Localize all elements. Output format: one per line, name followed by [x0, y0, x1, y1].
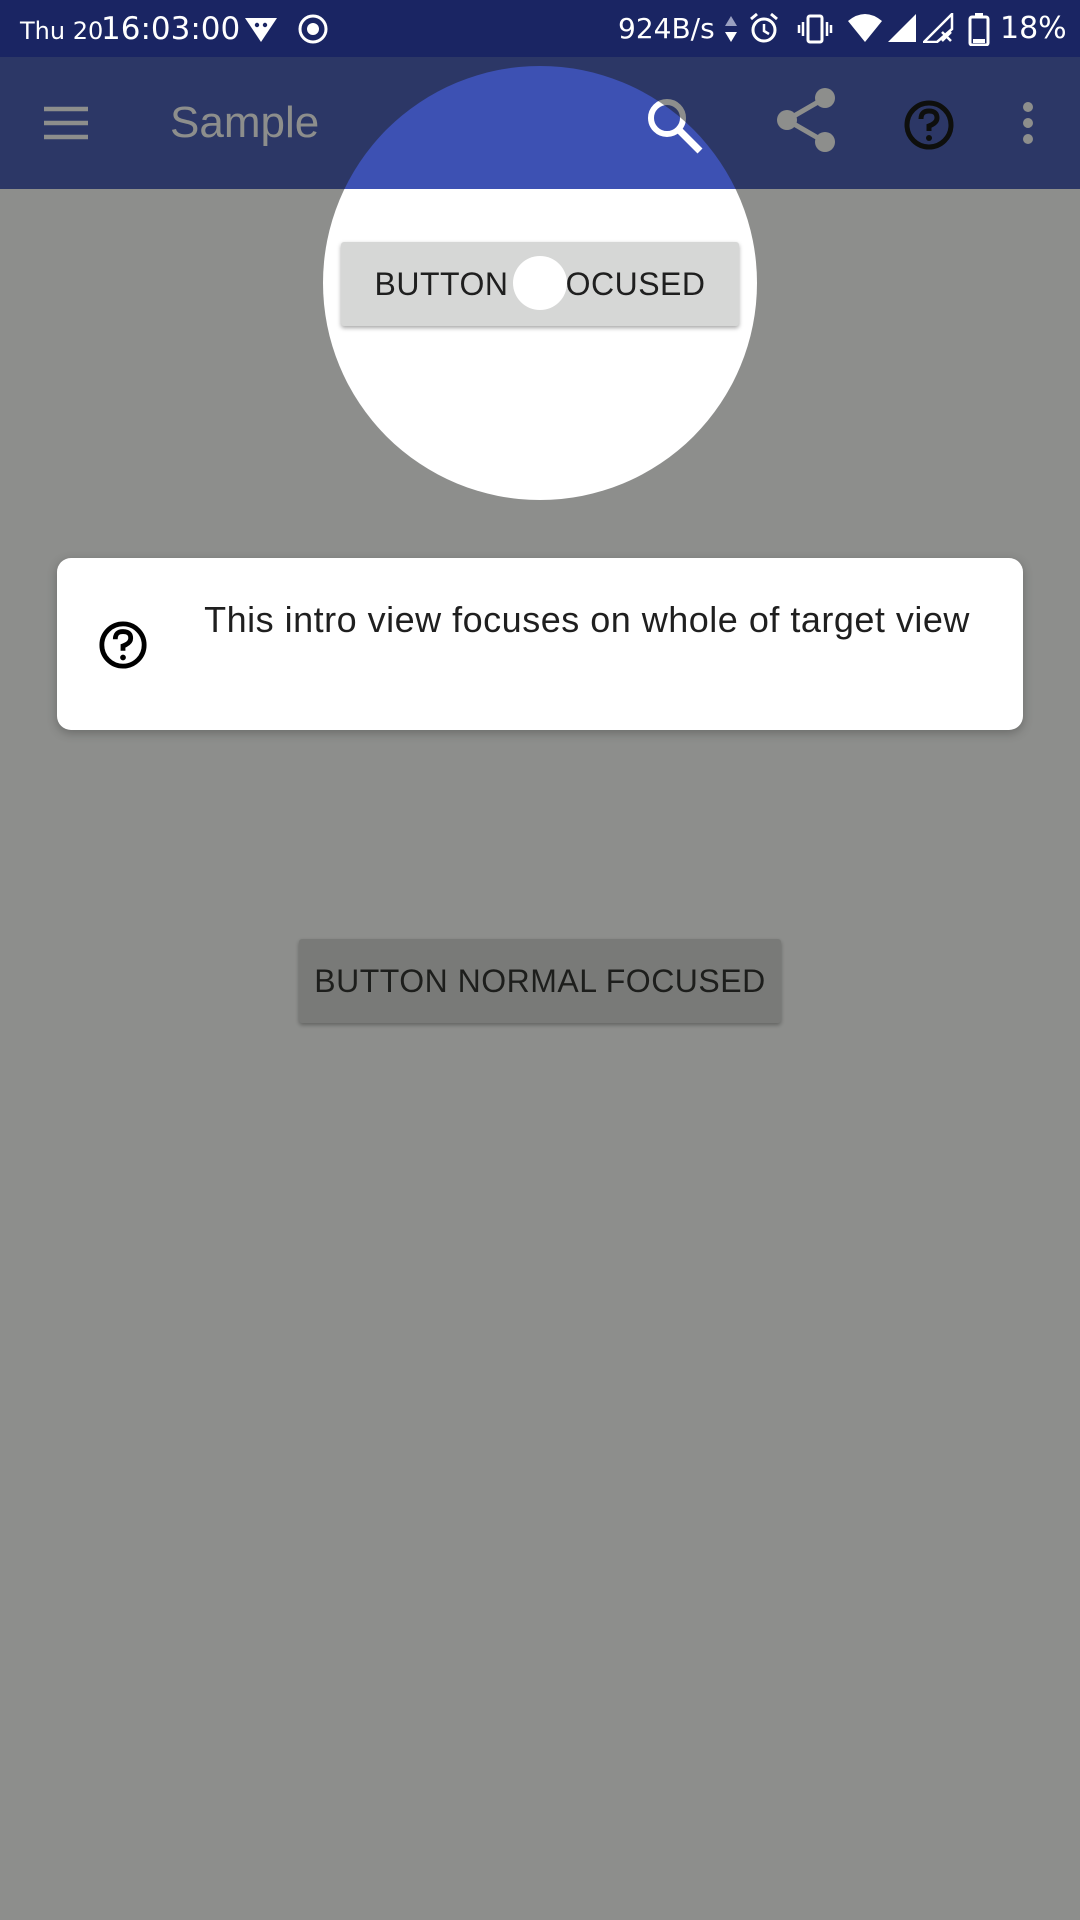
intro-text: This intro view focuses on whole of targ…: [204, 599, 970, 640]
help-icon: [99, 621, 147, 669]
signal-icon: [888, 14, 916, 42]
app-title: Sample: [170, 98, 320, 147]
search-icon[interactable]: [645, 96, 703, 154]
wifi-icon: [848, 14, 882, 42]
alarm-icon: [750, 12, 778, 43]
more-vert-icon[interactable]: [1021, 101, 1035, 145]
status-bar: Thu 20 16:03:00 924B/s 18%: [0, 0, 1080, 57]
focus-indicator-dot: [513, 256, 567, 310]
help-icon[interactable]: [903, 99, 955, 151]
status-date: Thu 20: [20, 17, 104, 45]
hamburger-menu-icon[interactable]: [42, 105, 90, 141]
intro-card: This intro view focuses on whole of targ…: [57, 558, 1023, 730]
share-icon[interactable]: [775, 87, 837, 153]
status-time: 16:03:00: [101, 11, 241, 47]
data-arrows-icon: [725, 16, 737, 42]
button-normal-focused[interactable]: BUTTON NORMAL FOCUSED: [299, 939, 781, 1023]
record-icon: [298, 14, 328, 44]
screen: Thu 20 16:03:00 924B/s 18% Sample BUTTON…: [0, 0, 1080, 1920]
battery-icon: [968, 13, 990, 46]
battery-percent: 18%: [1000, 11, 1067, 46]
network-speed: 924B/s: [618, 12, 715, 45]
content-area: BUTTON A FOCUSED BUTTON NORMAL FOCUSED: [0, 189, 1080, 1920]
app-bar: Sample: [0, 57, 1080, 189]
signal-no-data-icon: [923, 13, 954, 43]
vpn-icon: [245, 18, 277, 42]
vibrate-icon: [797, 14, 833, 44]
